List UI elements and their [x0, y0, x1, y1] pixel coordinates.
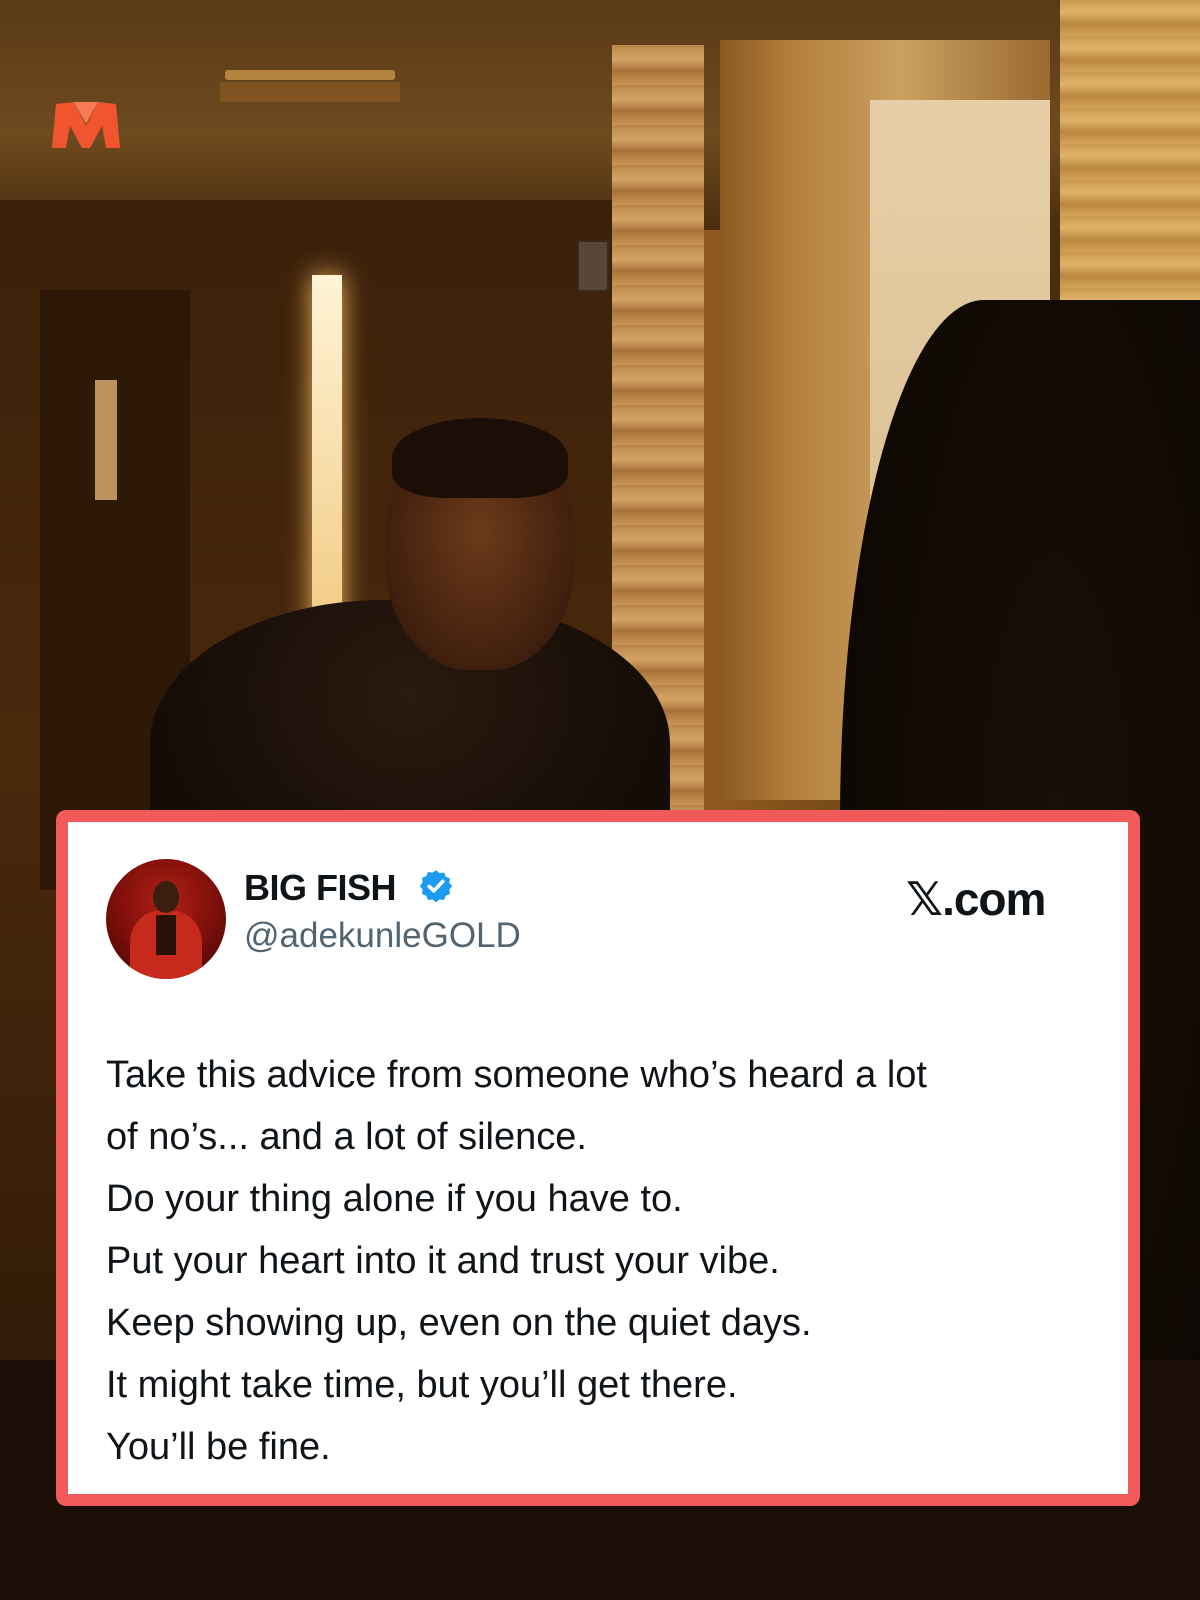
source-domain: .com: [942, 873, 1046, 925]
source-label: 𝕏.com: [906, 872, 1046, 926]
brand-logo-icon: [52, 102, 120, 148]
tweet-line: It might take time, but you’ll get there…: [106, 1364, 738, 1406]
ceiling-vent: [220, 82, 400, 102]
tweet-text: Take this advice from someone who’s hear…: [106, 1044, 1116, 1478]
tweet-line: of no’s... and a lot of silence.: [106, 1116, 587, 1158]
tweet-card: BIG FISH @adekunleGOLD 𝕏.com Take this a…: [56, 810, 1140, 1506]
light-switch: [577, 240, 609, 292]
avatar: [106, 859, 226, 979]
tweet-line: Do your thing alone if you have to.: [106, 1178, 683, 1220]
avatar-shirt: [156, 915, 176, 955]
tweet-line: Put your heart into it and trust your vi…: [106, 1240, 780, 1282]
tweet-line: You’ll be fine.: [106, 1426, 331, 1468]
ceiling-light: [225, 70, 395, 80]
wall-light-small: [95, 380, 117, 500]
verified-badge-icon: [419, 870, 453, 903]
x-logo-icon: 𝕏: [906, 872, 943, 926]
tweet-line: Keep showing up, even on the quiet days.: [106, 1302, 812, 1344]
user-handle: @adekunleGOLD: [244, 916, 521, 955]
person-hair: [392, 418, 568, 498]
tweet-line: Take this advice from someone who’s hear…: [106, 1054, 927, 1096]
wall-light-strip: [312, 275, 342, 650]
display-name: BIG FISH: [244, 867, 397, 908]
avatar-head: [153, 881, 179, 913]
